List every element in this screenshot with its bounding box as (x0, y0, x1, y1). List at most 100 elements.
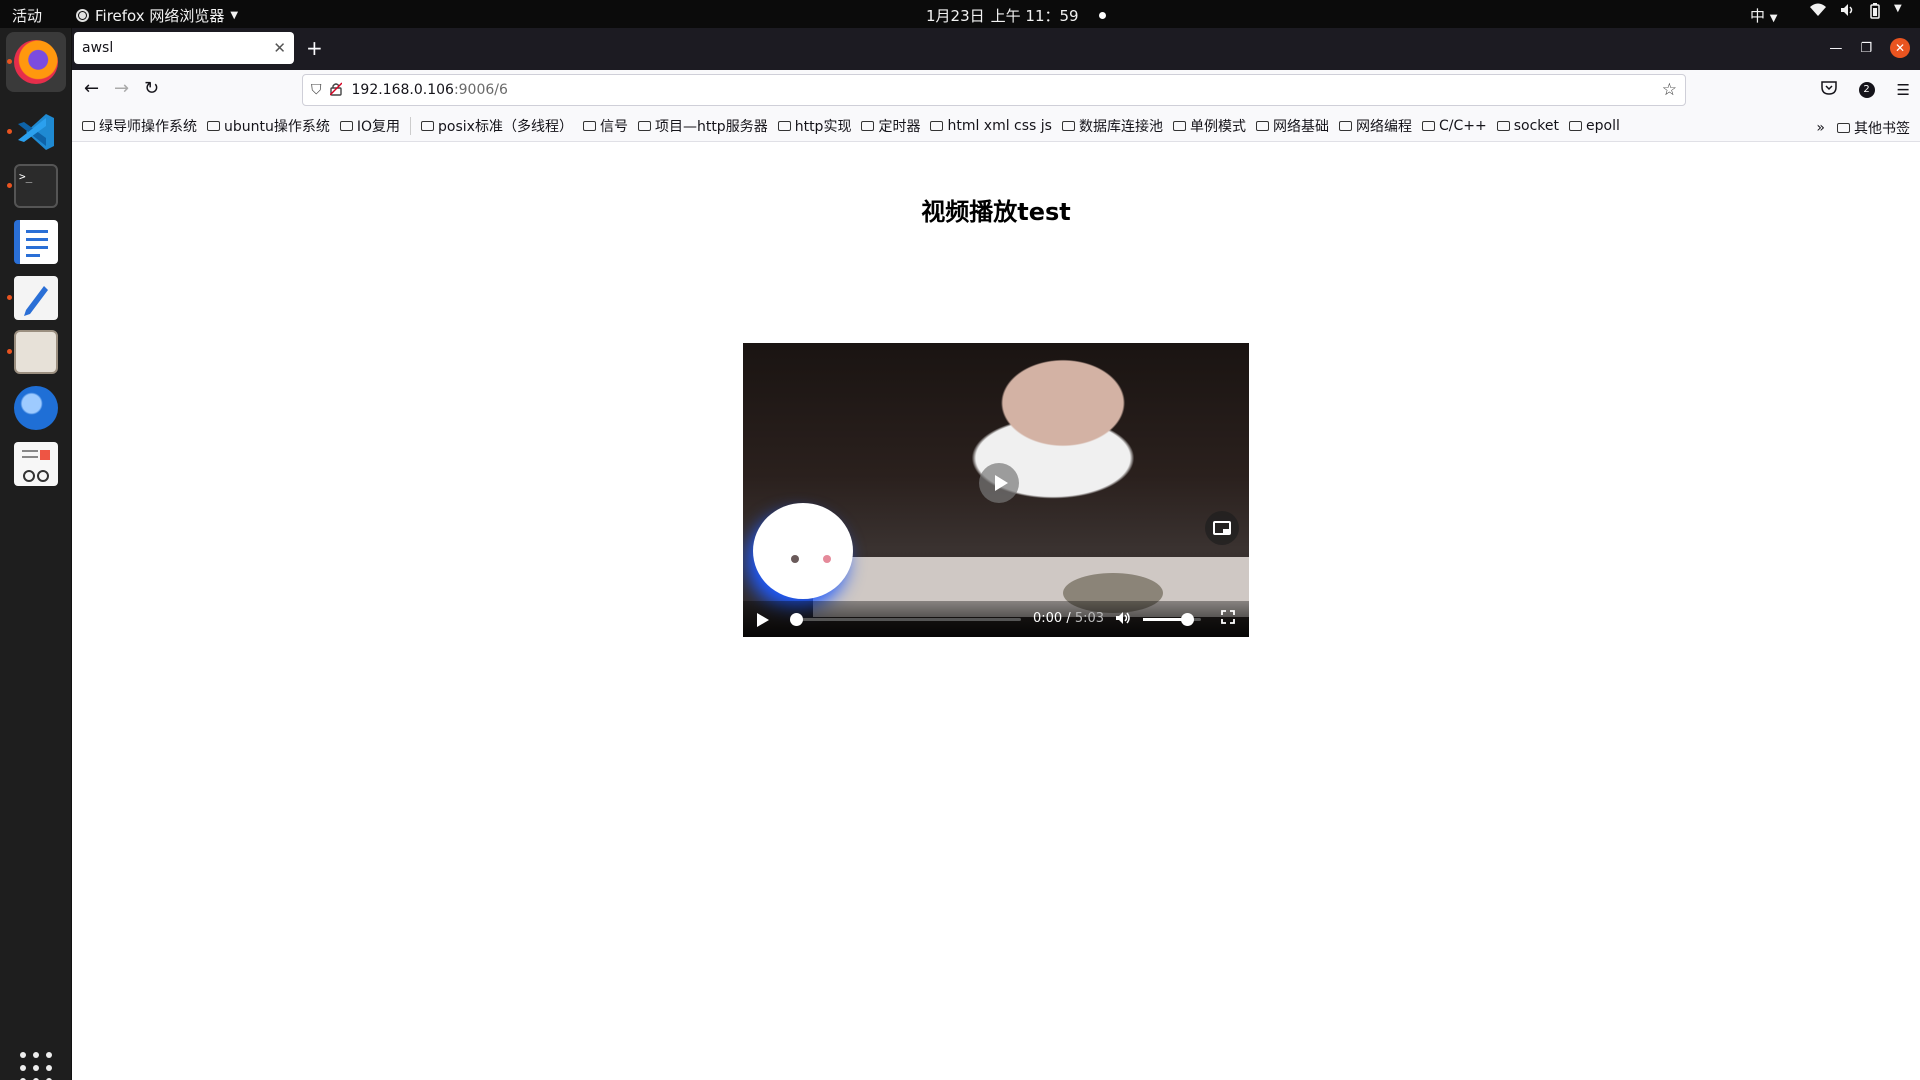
bookmark-label: ubuntu操作系统 (224, 118, 330, 135)
hamburger-menu-icon[interactable]: ☰ (1897, 81, 1910, 99)
volume-icon[interactable] (1115, 611, 1131, 629)
volume-slider[interactable] (1143, 613, 1201, 626)
folder-icon (861, 120, 875, 131)
time-display: 0:00 / 5:03 (1033, 611, 1105, 626)
center-play-icon[interactable] (979, 463, 1019, 503)
bookmark-folder[interactable]: 信号 (582, 116, 628, 136)
folder-icon (1338, 120, 1352, 131)
reload-icon[interactable]: ↻ (144, 78, 159, 99)
volume-handle[interactable] (1180, 613, 1194, 626)
duration: 5:03 (1074, 611, 1105, 626)
clock[interactable]: 1月23日 上午 11：59 (926, 5, 1106, 26)
caret-down-icon: ▼ (230, 10, 239, 21)
folder-icon (339, 120, 353, 131)
bookmark-folder[interactable]: html xml css js (930, 118, 1052, 134)
fullscreen-icon[interactable] (1221, 610, 1235, 628)
firefox-window: awsl ✕ + — ❐ ✕ ← → ↻ ⛉ 192.168.0.106:900… (72, 28, 1920, 1080)
bookmark-folder[interactable]: 定时器 (861, 116, 920, 136)
navigation-bar: ← → ↻ ⛉ 192.168.0.106:9006/6 ☆ 2 ☰ (72, 70, 1920, 110)
bookmark-folder[interactable]: 数据库连接池 (1061, 116, 1163, 136)
folder-icon (1172, 120, 1186, 131)
page-heading: 视频播放test (921, 198, 1071, 226)
minimize-icon[interactable]: — (1829, 41, 1842, 56)
dock-thunderbird[interactable] (6, 378, 66, 438)
grid-dot-icon (20, 1052, 26, 1058)
bookmark-label: 定时器 (878, 118, 921, 135)
dock-document-viewer[interactable] (6, 434, 66, 494)
bookmark-label: epoll (1586, 117, 1620, 134)
bookmark-star-icon[interactable]: ☆ (1662, 80, 1677, 100)
notification-dot-icon (1098, 12, 1106, 19)
volume-icon (1840, 3, 1856, 23)
input-method-indicator[interactable]: 中 ▼ (1750, 5, 1778, 26)
video-scene-lamp (753, 503, 853, 599)
chevron-double-right-icon[interactable]: » (1816, 120, 1825, 136)
new-tab-button[interactable]: + (306, 36, 323, 60)
bookmark-folder[interactable]: posix标准（多线程） (421, 116, 573, 136)
bookmark-label: 项目—http服务器 (654, 118, 768, 135)
seek-slider[interactable] (790, 613, 1021, 626)
bookmark-folder[interactable]: C/C++ (1421, 118, 1487, 134)
bookmark-label: 信号 (599, 118, 628, 135)
bookmark-folder[interactable]: IO复用 (339, 116, 400, 136)
tab-awsl[interactable]: awsl ✕ (74, 32, 294, 64)
picture-in-picture-icon[interactable] (1205, 511, 1239, 545)
running-indicator (7, 183, 12, 188)
account-badge[interactable]: 2 (1858, 81, 1875, 98)
bookmark-label: html xml css js (947, 117, 1052, 134)
activities-button[interactable]: 活动 (12, 5, 42, 26)
dock-firefox[interactable] (6, 32, 66, 92)
other-bookmarks-folder[interactable]: 其他书签 (1837, 118, 1910, 138)
battery-icon (1870, 3, 1880, 23)
bookmark-folder[interactable]: 网络基础 (1255, 116, 1329, 136)
dock-files[interactable] (6, 322, 66, 382)
bookmark-separator (410, 116, 412, 135)
running-indicator (7, 59, 12, 64)
bookmark-folder[interactable]: epoll (1569, 118, 1620, 134)
close-window-icon[interactable]: ✕ (1890, 38, 1910, 58)
dock-terminal[interactable]: >_ (6, 156, 66, 216)
grid-dot-icon (20, 1065, 26, 1071)
dock-text-editor[interactable] (6, 268, 66, 328)
terminal-icon: >_ (14, 164, 58, 208)
dock-vscode[interactable] (6, 102, 66, 162)
play-icon[interactable] (757, 613, 769, 627)
video-player[interactable]: 0:00 / 5:03 (743, 343, 1249, 637)
show-applications-button[interactable] (20, 1052, 52, 1080)
tab-title: awsl (82, 40, 114, 56)
app-menu[interactable]: Firefox 网络浏览器 ▼ (76, 5, 238, 26)
bookmark-label: http实现 (794, 118, 852, 135)
volume-fill (1143, 618, 1187, 621)
clock-time: 上午 11：59 (990, 7, 1079, 25)
toolbar-right: 2 ☰ (1820, 80, 1910, 99)
folder-icon (207, 120, 220, 131)
firefox-small-icon (76, 9, 89, 22)
close-tab-icon[interactable]: ✕ (273, 39, 286, 57)
tracking-shield-icon[interactable]: ⛉ (311, 82, 322, 98)
pocket-icon[interactable] (1820, 80, 1837, 99)
folder-icon (1061, 120, 1075, 131)
bookmark-folder[interactable]: http实现 (777, 116, 852, 136)
forward-arrow-icon[interactable]: → (114, 78, 129, 99)
bookmark-folder[interactable]: socket (1496, 118, 1559, 134)
bookmark-folder[interactable]: 单例模式 (1172, 116, 1246, 136)
bookmark-folder[interactable]: ubuntu操作系统 (207, 116, 330, 136)
bookmark-folder[interactable]: 绿导师操作系统 (82, 116, 197, 136)
seek-handle[interactable] (790, 613, 804, 626)
insecure-lock-icon[interactable] (328, 81, 343, 99)
folder-icon (637, 120, 651, 131)
bookmark-folder[interactable]: 项目—http服务器 (637, 116, 768, 136)
folder-icon (82, 120, 95, 131)
url-host: 192.168.0.106 (351, 82, 454, 98)
system-tray[interactable]: ▼ (1810, 3, 1902, 23)
libreoffice-writer-icon (14, 220, 58, 264)
clock-date: 1月23日 (926, 7, 985, 25)
url-bar[interactable]: ⛉ 192.168.0.106:9006/6 ☆ (302, 74, 1686, 106)
folder-icon (582, 120, 596, 131)
back-arrow-icon[interactable]: ← (84, 78, 99, 99)
running-indicator (7, 295, 12, 300)
grid-dot-icon (33, 1065, 39, 1071)
dock-writer[interactable] (6, 212, 66, 272)
maximize-icon[interactable]: ❐ (1860, 41, 1872, 56)
bookmark-folder[interactable]: 网络编程 (1338, 116, 1412, 136)
